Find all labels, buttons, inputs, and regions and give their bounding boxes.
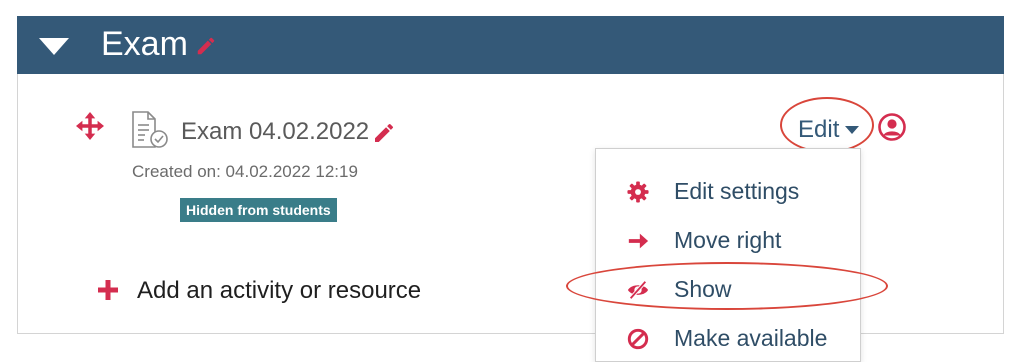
page: Exam Exam 04.02.2022 Created on: 04.02.2… (0, 0, 1024, 362)
caret-down-icon (845, 126, 860, 134)
section-title: Exam (101, 25, 188, 63)
arrow-right-icon (628, 233, 649, 249)
menu-item-label: Show (674, 276, 732, 302)
section-header: Exam (17, 16, 1004, 74)
edit-dropdown-menu: Edit settings Move right Show Make avail… (595, 148, 861, 362)
menu-item-make-available[interactable]: Make available (596, 316, 860, 360)
menu-item-label: Move right (674, 227, 782, 253)
user-circle-icon[interactable] (878, 113, 906, 141)
assignment-icon (132, 111, 168, 148)
created-date: Created on: 04.02.2022 12:19 (132, 162, 358, 181)
pencil-icon[interactable] (372, 121, 396, 145)
plus-icon[interactable] (98, 280, 118, 300)
menu-item-show[interactable]: Show (596, 267, 860, 311)
edit-menu-button[interactable]: Edit (798, 114, 860, 146)
edit-menu-label: Edit (798, 116, 840, 143)
caret-down-icon[interactable] (39, 38, 69, 55)
activity-name-link[interactable]: Exam 04.02.2022 (181, 117, 369, 147)
gear-icon (627, 181, 649, 203)
menu-item-label: Edit settings (674, 178, 800, 204)
pencil-icon[interactable] (195, 35, 217, 57)
menu-item-move-right[interactable]: Move right (596, 218, 860, 262)
ban-icon (627, 328, 649, 350)
menu-item-edit-settings[interactable]: Edit settings (596, 169, 860, 213)
hidden-badge: Hidden from students (180, 198, 337, 222)
move-arrows-icon[interactable] (76, 112, 104, 140)
eye-slash-icon (627, 280, 649, 300)
add-activity-link[interactable]: Add an activity or resource (137, 276, 421, 306)
menu-item-label: Make available (674, 325, 828, 351)
